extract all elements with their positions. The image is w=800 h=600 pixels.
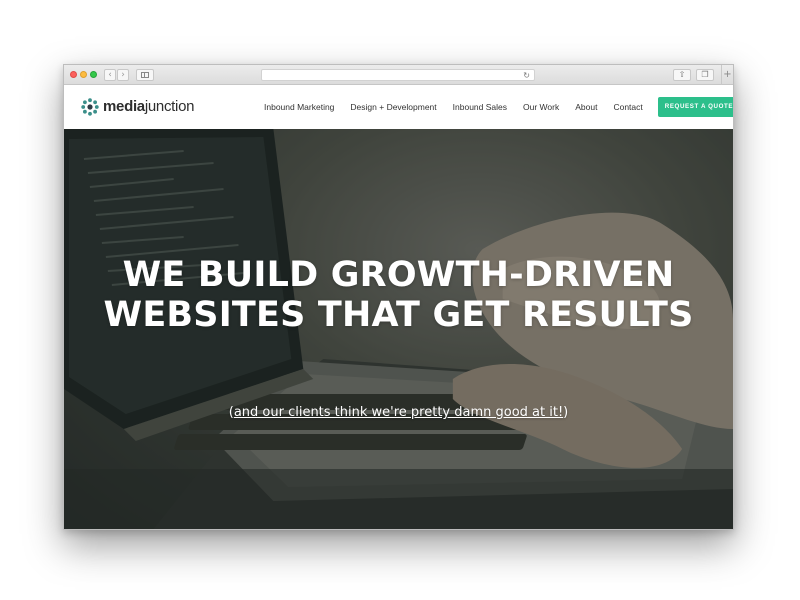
browser-window: ‹ › ↻ ⇧ ❐ + mediajunction Inbound Market…	[63, 64, 734, 530]
hero-headline: WE BUILD GROWTH-DRIVEN WEBSITES THAT GET…	[64, 255, 733, 335]
forward-icon[interactable]: ›	[117, 69, 129, 81]
hero-subtitle-link[interactable]: and our clients think we're pretty damn …	[234, 405, 563, 420]
new-tab-icon[interactable]: +	[721, 65, 733, 85]
reload-icon[interactable]: ↻	[523, 71, 530, 80]
request-quote-button[interactable]: REQUEST A QUOTE	[657, 97, 733, 117]
close-window-button[interactable]	[70, 71, 77, 78]
nav-design-development[interactable]: Design + Development	[350, 102, 436, 112]
minimize-window-button[interactable]	[80, 71, 87, 78]
address-bar[interactable]: ↻	[261, 69, 535, 81]
nav-contact[interactable]: Contact	[613, 102, 642, 112]
logo-mark-icon	[81, 98, 99, 116]
hero-headline-line-2: WEBSITES THAT GET RESULTS	[103, 295, 694, 335]
site-header: mediajunction Inbound Marketing Design +…	[64, 85, 733, 129]
nav-about[interactable]: About	[575, 102, 597, 112]
hero-headline-line-1: WE BUILD GROWTH-DRIVEN	[122, 255, 675, 295]
sidebar-toggle-icon[interactable]	[136, 69, 154, 81]
nav-our-work[interactable]: Our Work	[523, 102, 559, 112]
main-nav: Inbound Marketing Design + Development I…	[264, 85, 733, 129]
tabs-overview-icon[interactable]: ❐	[696, 69, 714, 81]
back-icon[interactable]: ‹	[104, 69, 116, 81]
share-icon[interactable]: ⇧	[673, 69, 691, 81]
nav-inbound-marketing[interactable]: Inbound Marketing	[264, 102, 334, 112]
hero-subtitle: (and our clients think we're pretty damn…	[228, 405, 569, 420]
nav-inbound-sales[interactable]: Inbound Sales	[453, 102, 507, 112]
logo-wordmark: mediajunction	[103, 98, 195, 115]
hero-section: WE BUILD GROWTH-DRIVEN WEBSITES THAT GET…	[64, 129, 733, 529]
maximize-window-button[interactable]	[90, 71, 97, 78]
browser-toolbar: ‹ › ↻ ⇧ ❐ +	[64, 65, 733, 85]
